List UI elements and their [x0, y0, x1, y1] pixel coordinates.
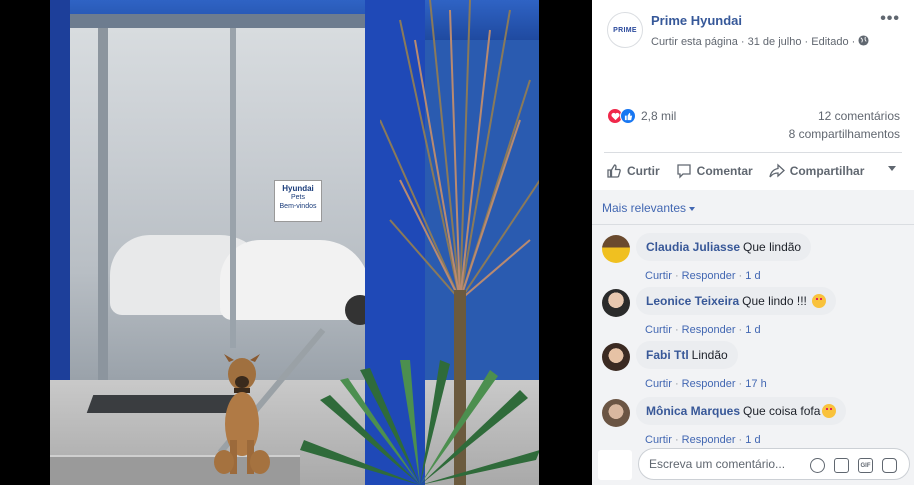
- avatar[interactable]: [602, 399, 630, 427]
- separator: ·: [804, 36, 809, 48]
- sort-label: Mais relevantes: [602, 201, 687, 215]
- comment-author[interactable]: Fabi Ttl: [646, 348, 689, 362]
- share-button[interactable]: Compartilhar: [769, 163, 865, 179]
- comment-icon: [677, 164, 691, 179]
- comment-reply-link[interactable]: Responder: [682, 324, 736, 336]
- comment-reply-link[interactable]: Responder: [682, 270, 736, 282]
- comment-time[interactable]: 17 h: [745, 378, 766, 390]
- share-audience-caret-icon[interactable]: [888, 166, 896, 171]
- chevron-down-icon: [689, 206, 696, 211]
- heart-kiss-emoji-icon: [812, 294, 827, 308]
- comment-reply-link[interactable]: Responder: [682, 434, 736, 446]
- post-meta: Curtir esta página · 31 de julho · Edita…: [651, 35, 869, 48]
- comment-text: Que coisa fofa: [743, 404, 821, 418]
- dog: [214, 354, 270, 474]
- comment-time[interactable]: 1 d: [745, 434, 760, 446]
- globe-icon: [858, 35, 869, 46]
- sign-title: Hyundai: [282, 184, 314, 193]
- comment-bubble: Leonice Teixeira Que lindo !!!: [636, 287, 837, 315]
- avatar[interactable]: [602, 235, 630, 263]
- comment-like-link[interactable]: Curtir: [645, 434, 672, 446]
- page-name[interactable]: Prime Hyundai: [651, 13, 742, 28]
- comment-time[interactable]: 1 d: [745, 270, 760, 282]
- comment-bubble: Mônica Marques Que coisa fofa: [636, 397, 847, 425]
- comment-meta: Curtir · Responder · 1 d: [645, 434, 761, 446]
- divider: [592, 224, 914, 225]
- door-post: [98, 28, 108, 388]
- post-date[interactable]: 31 de julho: [748, 36, 802, 48]
- avatar[interactable]: [602, 289, 630, 317]
- avatar: [598, 450, 632, 480]
- edited-label[interactable]: Editado: [811, 36, 848, 48]
- share-icon: [769, 163, 785, 178]
- comment-meta: Curtir · Responder · 1 d: [645, 270, 761, 282]
- comment-bubble: Fabi Ttl Lindão: [636, 341, 738, 369]
- page-avatar-logo: PRIME: [613, 26, 637, 34]
- avatar[interactable]: [602, 343, 630, 371]
- post-header: PRIME Prime Hyundai Curtir esta página ·…: [592, 0, 914, 80]
- comment-item: Fabi Ttl Lindão Curtir · Responder · 17 h: [602, 341, 902, 393]
- emoji-icon[interactable]: [810, 458, 825, 473]
- like-reaction-icon: [620, 108, 636, 124]
- reactions-count[interactable]: 2,8 mil: [641, 109, 676, 123]
- share-label: Compartilhar: [789, 164, 865, 178]
- like-page-link[interactable]: Curtir esta página: [651, 36, 738, 48]
- comment-item: Claudia Juliasse Que lindão Curtir · Resp…: [602, 233, 902, 285]
- comments-section: Mais relevantes Claudia Juliasse Que lind…: [592, 190, 914, 485]
- comment-like-link[interactable]: Curtir: [645, 378, 672, 390]
- comment-like-link[interactable]: Curtir: [645, 324, 672, 336]
- gif-icon[interactable]: GIF: [858, 458, 873, 473]
- comment-author[interactable]: Leonice Teixeira: [646, 294, 739, 308]
- hyundai-pets-sign: Hyundai Pets Bem-vindos: [274, 180, 322, 222]
- comment-author[interactable]: Mônica Marques: [646, 404, 740, 418]
- comment-meta: Curtir · Responder · 1 d: [645, 324, 761, 336]
- comment-like-link[interactable]: Curtir: [645, 270, 672, 282]
- comment-item: Mônica Marques Que coisa fofa Curtir · Re…: [602, 397, 902, 449]
- composer-icons: GIF: [810, 458, 897, 473]
- thumbs-up-icon: [607, 164, 621, 178]
- separator: ·: [740, 36, 745, 48]
- comment-input-placeholder: Escreva um comentário...: [649, 457, 786, 471]
- comment-label: Comentar: [696, 164, 753, 178]
- more-options-icon[interactable]: •••: [880, 10, 900, 28]
- separator: ·: [851, 36, 856, 48]
- comments-count[interactable]: 12 comentários: [818, 109, 900, 123]
- comment-composer: Escreva um comentário... GIF: [598, 448, 910, 480]
- comment-time[interactable]: 1 d: [745, 324, 760, 336]
- sign-welcome: Bem-vindos: [279, 203, 317, 210]
- comment-reply-link[interactable]: Responder: [682, 378, 736, 390]
- green-bush: [300, 360, 539, 485]
- reactions-summary[interactable]: 2,8 mil: [607, 106, 676, 126]
- like-button[interactable]: Curtir: [606, 163, 660, 179]
- camera-icon[interactable]: [834, 458, 849, 473]
- sign-subtitle: Pets: [290, 194, 305, 201]
- comment-item: Leonice Teixeira Que lindo !!! Curtir · R…: [602, 287, 902, 339]
- glass-storefront: [70, 20, 415, 380]
- comment-text: Lindão: [691, 348, 728, 362]
- comment-meta: Curtir · Responder · 17 h: [645, 378, 767, 390]
- comment-sort-dropdown[interactable]: Mais relevantes: [602, 201, 696, 215]
- shares-count[interactable]: 8 compartilhamentos: [789, 127, 900, 141]
- door-frame: [70, 14, 415, 28]
- post-actions: Curtir Comentar Compartilhar: [606, 158, 906, 184]
- sticker-icon[interactable]: [882, 458, 897, 473]
- comment-author[interactable]: Claudia Juliasse: [646, 240, 740, 254]
- post-panel: PRIME Prime Hyundai Curtir esta página ·…: [592, 0, 914, 485]
- like-label: Curtir: [627, 164, 660, 178]
- comment-text: Que lindão: [743, 240, 802, 254]
- comment-button[interactable]: Comentar: [676, 163, 753, 179]
- heart-eyes-emoji-icon: [822, 404, 837, 418]
- car-right: [220, 240, 375, 325]
- divider: [604, 152, 902, 153]
- door-handle: [230, 28, 236, 348]
- comment-text: Que lindo !!!: [742, 294, 811, 308]
- page-avatar[interactable]: PRIME: [607, 12, 643, 48]
- comment-bubble: Claudia Juliasse Que lindão: [636, 233, 812, 261]
- comment-input[interactable]: Escreva um comentário... GIF: [638, 448, 910, 480]
- facade-left: [50, 0, 70, 395]
- post-photo[interactable]: Hyundai Pets Bem-vindos: [50, 0, 539, 485]
